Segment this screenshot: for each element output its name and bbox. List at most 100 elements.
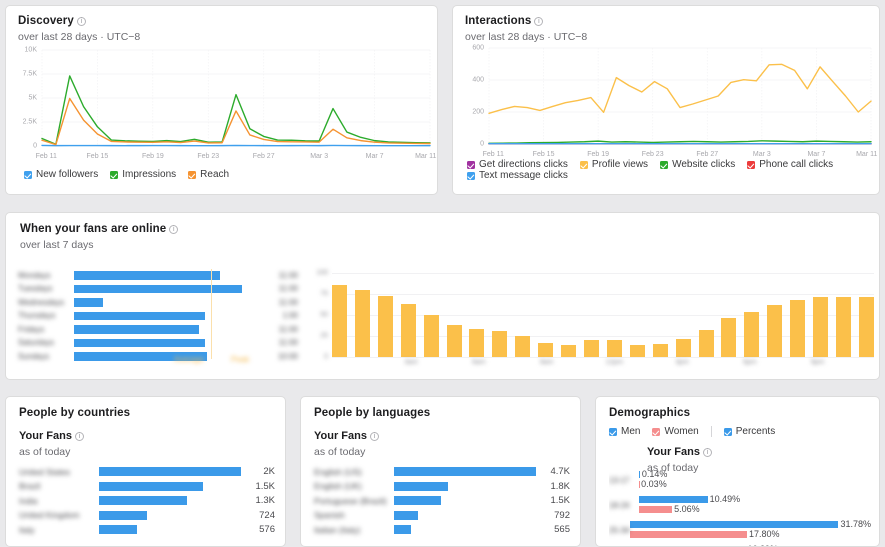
demographics-group-list: 13-17 0.14% 0.03% 18-24 10.49% 5.06% 25-34 31.7… bbox=[609, 470, 871, 546]
discovery-chart: 0 2.5K 5K 7.5K 10K Feb 11 Feb 15 Feb 19 Feb 23 F… bbox=[14, 47, 437, 161]
checkbox-icon[interactable] bbox=[609, 427, 617, 436]
info-icon[interactable]: i bbox=[534, 16, 544, 26]
hourly-bar bbox=[629, 345, 645, 357]
checkbox-icon[interactable] bbox=[24, 170, 32, 179]
legend-item-phone-call-clicks[interactable]: Phone call clicks bbox=[747, 159, 833, 170]
bar-fill bbox=[394, 496, 441, 505]
day-label: Thursdays bbox=[18, 311, 56, 321]
bar-fill bbox=[394, 510, 419, 520]
hourly-x-tick: 3am bbox=[404, 359, 418, 366]
hourly-x-tick: 9pm bbox=[810, 359, 825, 366]
checkbox-icon[interactable] bbox=[467, 171, 475, 180]
checkbox-icon[interactable] bbox=[579, 160, 588, 169]
day-bar-track bbox=[73, 283, 259, 296]
bar-track bbox=[99, 509, 241, 522]
fans-online-day-row: Fridays 11:00 bbox=[18, 323, 298, 336]
hourly-bar bbox=[561, 345, 577, 357]
women-bar-row: 17.80% bbox=[630, 529, 871, 539]
annotation-average: Average bbox=[174, 355, 204, 364]
legend-item-reach[interactable]: Reach bbox=[188, 169, 229, 180]
bar-label: Spanish bbox=[314, 510, 345, 520]
x-axis-tick: Feb 23 bbox=[641, 151, 664, 158]
countries-card: People by countries Your Fans i as of to… bbox=[5, 396, 286, 547]
info-icon[interactable]: i bbox=[169, 224, 179, 234]
checkbox-icon[interactable] bbox=[652, 427, 661, 436]
interactions-x-axis: Feb 11 Feb 15 Feb 19 Feb 23 Feb 27 Mar 3 Mar 7… bbox=[483, 144, 878, 158]
info-icon[interactable]: i bbox=[76, 16, 86, 26]
info-icon[interactable]: i bbox=[702, 447, 712, 457]
age-label: 13-17 bbox=[609, 475, 630, 485]
hourly-bar bbox=[675, 338, 691, 357]
men-bar-row: 10.49% bbox=[639, 494, 871, 504]
day-value: 11:00 bbox=[278, 297, 299, 307]
y-axis-tick: 0 bbox=[480, 140, 484, 148]
discovery-x-axis: Feb 11 Feb 15 Feb 19 Feb 23 Feb 27 Mar 3 Mar 7… bbox=[36, 146, 437, 160]
bar-value: 724 bbox=[259, 509, 275, 521]
bar-value: 4.7K bbox=[550, 466, 570, 477]
checkbox-icon[interactable] bbox=[467, 160, 475, 169]
fans-online-day-row: Thursdays 1:00 bbox=[18, 310, 298, 323]
checkbox-icon[interactable] bbox=[660, 160, 669, 169]
y-axis-tick: 400 bbox=[472, 76, 484, 84]
bar-value: 2K bbox=[263, 466, 275, 477]
day-bar-fill bbox=[73, 325, 200, 334]
bar-label: Italian (Italy) bbox=[314, 524, 361, 535]
bar-track bbox=[99, 480, 241, 493]
legend-item-website-clicks[interactable]: Website clicks bbox=[660, 159, 735, 170]
men-bar-row: 16.29% bbox=[639, 544, 871, 546]
day-bar-track bbox=[73, 296, 259, 309]
language-row: Portuguese (Brazil) 1.5K bbox=[314, 494, 570, 507]
info-icon[interactable]: i bbox=[74, 431, 84, 441]
x-axis-tick: Feb 19 bbox=[587, 151, 610, 158]
fans-online-day-row: Wednesdays 11:00 bbox=[18, 296, 298, 309]
demographics-toggle-women[interactable]: Women bbox=[652, 426, 699, 437]
bar-label: United States bbox=[19, 466, 71, 477]
fans-online-day-row: Tuesdays 11:00 bbox=[18, 283, 298, 296]
hourly-bar bbox=[858, 296, 874, 357]
men-bar-fill bbox=[630, 520, 839, 528]
legend-item-text-message-clicks[interactable]: Text message clicks bbox=[467, 170, 568, 181]
legend-item-profile-views[interactable]: Profile views bbox=[579, 159, 649, 170]
bar-value: 1.5K bbox=[255, 480, 275, 492]
legend-item-impressions[interactable]: Impressions bbox=[110, 169, 176, 180]
languages-section-label: Your Fans bbox=[314, 430, 367, 442]
checkbox-icon[interactable] bbox=[110, 170, 119, 179]
legend-label: Profile views bbox=[591, 159, 649, 170]
checkbox-icon[interactable] bbox=[747, 160, 756, 169]
countries-section-label: Your Fans bbox=[19, 430, 72, 442]
discovery-title: Discovery bbox=[18, 15, 74, 27]
legend-label: Reach bbox=[200, 169, 230, 180]
country-row: Brazil 1.5K bbox=[19, 480, 275, 493]
interactions-subtitle: over last 28 days · UTC−8 bbox=[465, 31, 588, 43]
demographics-toggle-men[interactable]: Men bbox=[609, 426, 640, 437]
interactions-title: Interactions bbox=[465, 15, 532, 27]
hourly-bar bbox=[492, 330, 508, 357]
languages-section-sub: as of today bbox=[314, 446, 366, 458]
peak-marker-line bbox=[211, 269, 212, 359]
fans-online-title: When your fans are online bbox=[20, 223, 167, 235]
legend-label: Website clicks bbox=[672, 159, 736, 170]
bar-fill bbox=[394, 525, 412, 534]
x-axis-tick: Feb 11 bbox=[35, 153, 57, 160]
age-bars: 31.78% 17.80% bbox=[630, 519, 871, 540]
country-row: United Kingdom 724 bbox=[19, 509, 275, 522]
fans-online-day-list: Mondays 11:00 Tuesdays 11:00 Wednesdays 11:00… bbox=[18, 269, 298, 364]
bar-label: Portuguese (Brazil) bbox=[314, 495, 387, 506]
hourly-bar bbox=[423, 315, 439, 357]
legend-item-get-directions-clicks[interactable]: Get directions clicks bbox=[467, 159, 568, 170]
countries-section-sub: as of today bbox=[19, 446, 71, 458]
day-bar-fill bbox=[73, 284, 242, 293]
demographics-toggle-percents[interactable]: Percents bbox=[723, 426, 775, 437]
women-bar-fill bbox=[639, 505, 673, 513]
checkbox-icon[interactable] bbox=[188, 170, 197, 179]
discovery-card: Discovery i over last 28 days · UTC−8 0 2… bbox=[5, 5, 438, 195]
checkbox-icon[interactable] bbox=[723, 427, 732, 436]
languages-title: People by languages bbox=[314, 407, 431, 419]
legend-item-new-followers[interactable]: New followers bbox=[24, 169, 98, 180]
interactions-chart: 0 200 400 600 Feb 11 Feb 15 Feb 19 Feb 23 Feb 2… bbox=[461, 45, 878, 159]
hourly-y-tick: 25 bbox=[320, 332, 328, 340]
x-axis-tick: Feb 19 bbox=[141, 153, 164, 160]
info-icon[interactable]: i bbox=[369, 431, 379, 441]
interactions-header: Interactions i bbox=[465, 15, 867, 27]
men-bar-fill bbox=[639, 470, 640, 478]
